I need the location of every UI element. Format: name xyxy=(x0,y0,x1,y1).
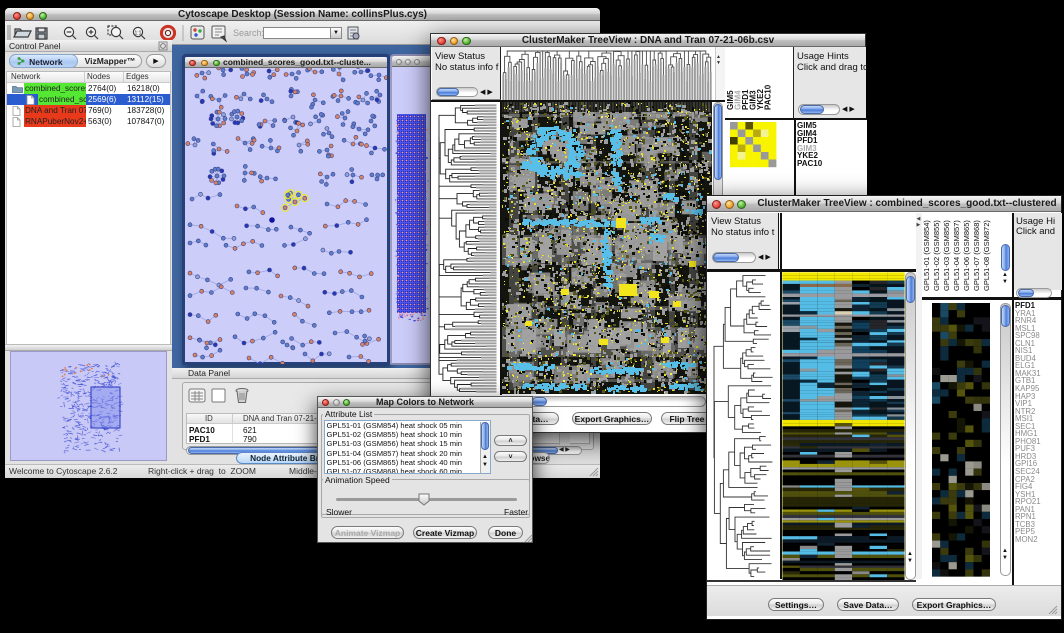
svg-text:1:1: 1:1 xyxy=(135,31,142,37)
svg-text:GPL51-03 (GSM856): GPL51-03 (GSM856) xyxy=(942,220,951,291)
svg-text:GPL51-07 (GSM868): GPL51-07 (GSM868) xyxy=(972,220,981,291)
svg-text:Search:: Search: xyxy=(233,28,264,38)
svg-text:GPL51-04 (GSM857): GPL51-04 (GSM857) xyxy=(952,220,961,291)
svg-text:GPL51-02 (GSM855): GPL51-02 (GSM855) xyxy=(932,220,941,291)
svg-text:GPL51-01 (GSM854): GPL51-01 (GSM854) xyxy=(922,220,931,291)
svg-text:GPL51-06 (GSM865): GPL51-06 (GSM865) xyxy=(962,220,971,291)
svg-text:PAC10: PAC10 xyxy=(764,84,773,110)
svg-text:GPL51-08 (GSM872): GPL51-08 (GSM872) xyxy=(982,220,991,291)
